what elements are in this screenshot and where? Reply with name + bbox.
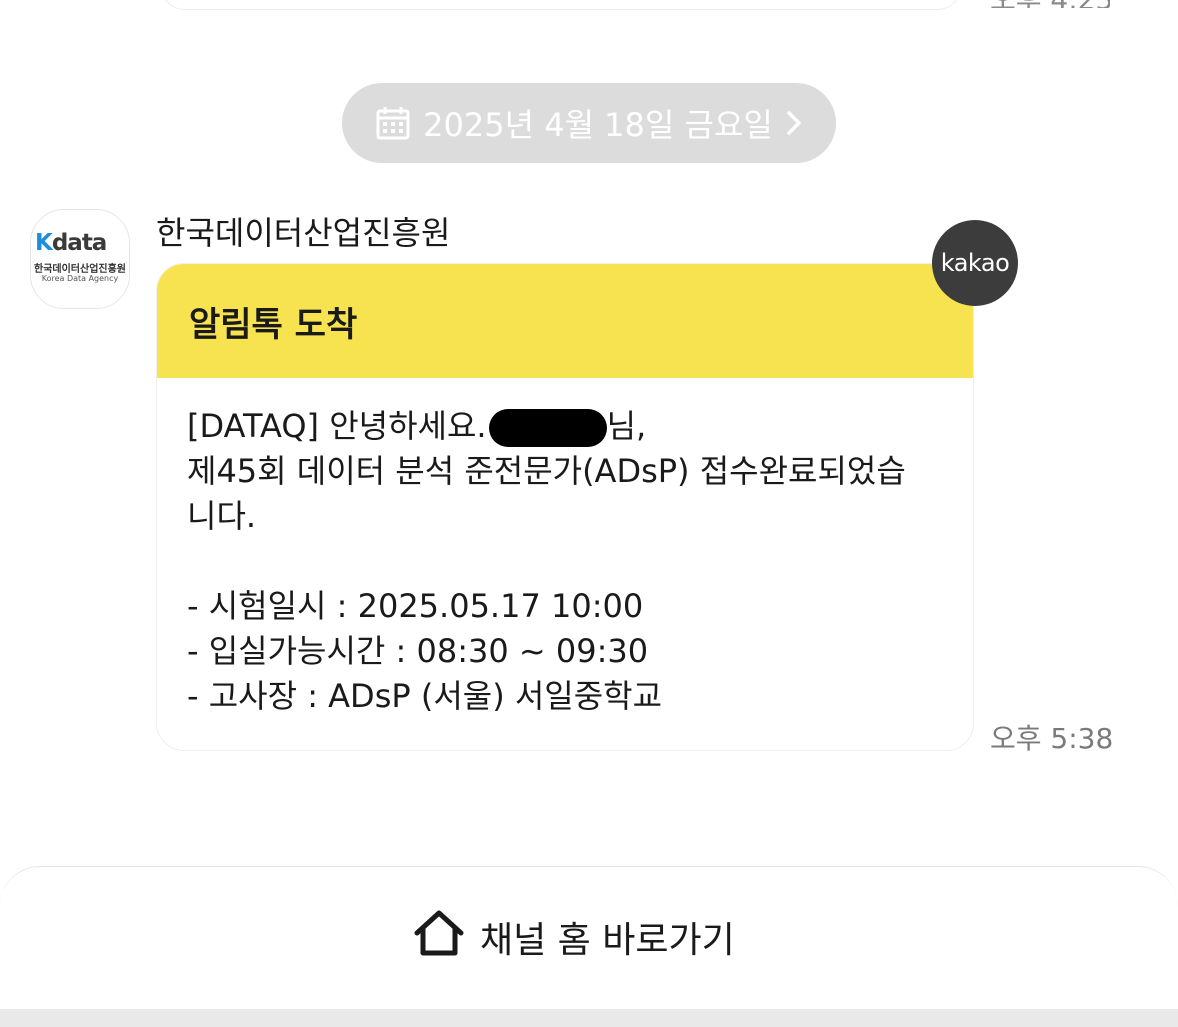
avatar-korean-name: 한국데이터산업진흥원: [34, 264, 126, 275]
exam-venue-line: - 고사장 : ADsP (서울) 서일중학교: [187, 677, 663, 715]
exam-date-line: - 시험일시 : 2025.05.17 10:00: [187, 587, 644, 625]
card-body: [DATAQ] 안녕하세요. 님, 제45회 데이터 분석 준전문가(ADsP) …: [157, 378, 973, 719]
previous-message-bubble: [160, 0, 962, 10]
redacted-name: [488, 409, 607, 447]
channel-home-bar: 채널 홈 바로가기: [0, 866, 1178, 1016]
message-line: 니다.: [187, 497, 257, 535]
date-separator[interactable]: 2025년 4월 18일 금요일: [342, 83, 836, 163]
message-time: 오후 5:38: [990, 722, 1114, 755]
channel-home-button[interactable]: 채널 홈 바로가기: [412, 907, 735, 967]
entry-time-line: - 입실가능시간 : 08:30 ~ 09:30: [187, 632, 649, 670]
channel-home-label: 채널 홈 바로가기: [480, 920, 735, 961]
channel-avatar[interactable]: Kdata 한국데이터산업진흥원 Korea Data Agency: [30, 209, 130, 309]
home-icon: [412, 909, 466, 966]
greeting-line: [DATAQ] 안녕하세요. 님,: [187, 407, 647, 447]
avatar-english-name: Korea Data Agency: [41, 274, 119, 283]
date-label: 2025년 4월 18일 금요일: [423, 106, 773, 144]
card-header: 알림톡 도착: [157, 264, 973, 378]
alimtalk-message-card[interactable]: 알림톡 도착 [DATAQ] 안녕하세요. 님, 제45회 데이터 분석 준전문가…: [156, 263, 974, 751]
bottom-divider: [0, 1009, 1178, 1027]
sender-name: 한국데이터산업진흥원: [156, 214, 451, 252]
chevron-right-icon: [785, 109, 803, 137]
previous-message-time: 오후 4:25: [990, 0, 1110, 8]
message-line: 제45회 데이터 분석 준전문가(ADsP) 접수완료되었습: [187, 452, 906, 490]
avatar-logo: Kdata: [35, 230, 107, 256]
calendar-icon: [375, 105, 411, 141]
kakao-badge: kakao: [932, 220, 1018, 306]
